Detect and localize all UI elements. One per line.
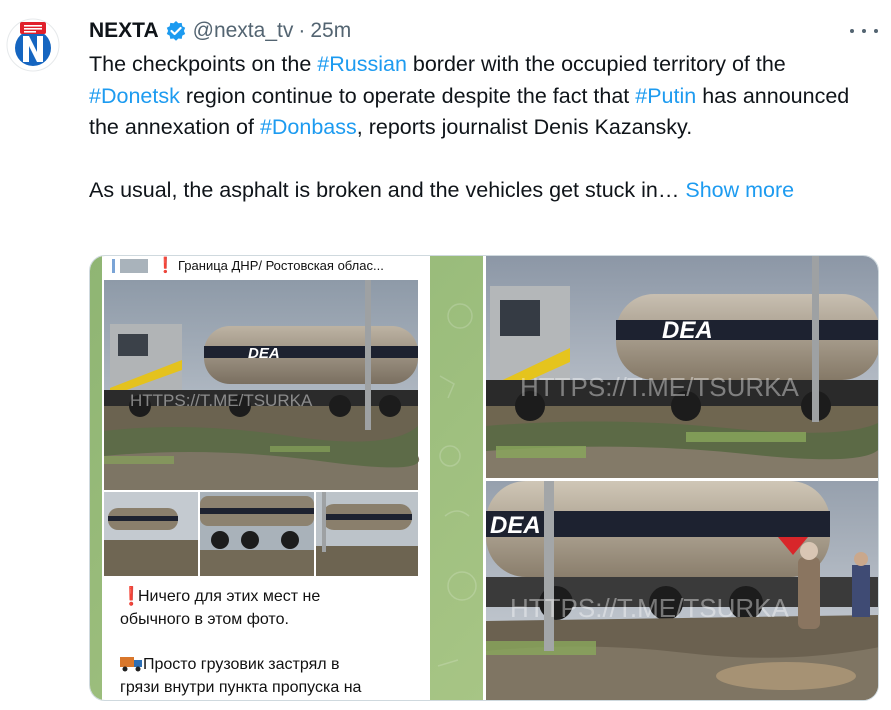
show-more-link[interactable]: Show more <box>685 178 794 202</box>
tanker-photo-top[interactable]: DEA HTTPS://T.ME/TSURKA <box>486 256 878 478</box>
tweet-text-segment: , reports journalist Denis Kazansky. <box>356 115 693 139</box>
screenshot-watermark: HTTPS://T.ME/TSURKA <box>130 391 313 410</box>
media-grid: ❗ Граница ДНР/ Ростовская облас... DEA H… <box>89 255 879 701</box>
tanker-watermark-bottom: HTTPS://T.ME/TSURKA <box>510 593 789 623</box>
screenshot-caption-line-3: Просто грузовик застрял в <box>143 656 340 673</box>
tanker-brand-top: DEA <box>662 317 713 344</box>
screenshot-photo[interactable]: ❗ Граница ДНР/ Ростовская облас... DEA H… <box>90 256 483 700</box>
tweet-header: NEXTA @nexta_tv · 25m <box>89 17 351 45</box>
tanker-brand-bottom: DEA <box>490 512 541 539</box>
nexta-logo-icon <box>6 18 60 72</box>
svg-text:❗: ❗ <box>156 256 175 274</box>
more-options-icon[interactable] <box>850 24 878 38</box>
separator-dot: · <box>298 19 306 42</box>
tanker-watermark-top: HTTPS://T.ME/TSURKA <box>520 372 799 402</box>
screenshot-header: Граница ДНР/ Ростовская облас... <box>178 258 384 273</box>
screenshot-caption-line-4: грязи внутри пункта пропуска на <box>120 679 362 696</box>
tanker-photo-bottom[interactable]: DEA HTTPS://T.ME/TSURKA <box>486 481 878 700</box>
hashtag-link[interactable]: #Donetsk <box>89 84 180 108</box>
timestamp[interactable]: 25m <box>310 19 351 43</box>
hashtag-link[interactable]: #Putin <box>635 84 696 108</box>
tweet-truncated-text: As usual, the asphalt is broken and the … <box>89 178 680 202</box>
tweet-text-segment: border with the occupied territory of th… <box>406 52 786 76</box>
tweet-text: The checkpoints on the #Russian border w… <box>89 49 879 207</box>
author-name[interactable]: NEXTA <box>89 19 159 43</box>
author-handle[interactable]: @nexta_tv <box>193 19 294 43</box>
screenshot-caption-line-1: Ничего для этих мест не <box>138 588 320 605</box>
screenshot-main-photo: DEA HTTPS://T.ME/TSURKA <box>104 280 420 490</box>
verified-badge-icon <box>165 20 187 42</box>
tweet-paragraph-1: The checkpoints on the #Russian border w… <box>89 49 879 144</box>
avatar[interactable] <box>6 18 60 72</box>
screenshot-caption-line-2: обычного в этом фото. <box>120 611 289 628</box>
screenshot-thumbnails <box>104 492 418 576</box>
tweet-text-segment: region continue to operate despite the f… <box>179 83 636 108</box>
screenshot-tanker-brand: DEA <box>248 345 280 362</box>
hashtag-link[interactable]: #Russian <box>317 52 407 76</box>
hashtag-link[interactable]: #Donbass <box>260 115 357 139</box>
screenshot-reply-bar <box>112 259 115 273</box>
tweet-paragraph-2: As usual, the asphalt is broken and the … <box>89 175 879 207</box>
tweet-text-segment: The checkpoints on the <box>89 52 318 76</box>
